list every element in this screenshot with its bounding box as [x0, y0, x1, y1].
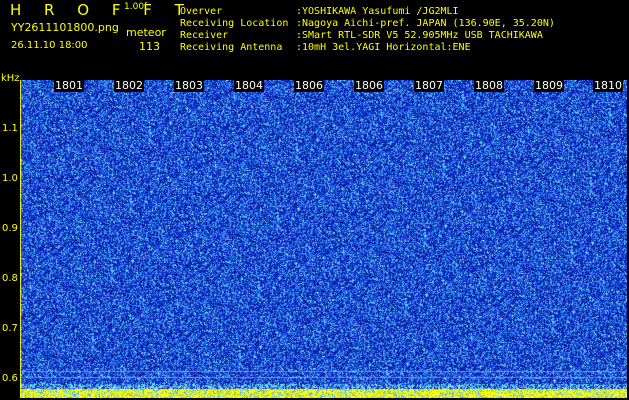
info-label-antenna: Receiving Antenna — [180, 42, 283, 53]
app-version: 1.00f — [124, 2, 148, 12]
mode-label: meteor — [126, 26, 166, 39]
info-value-antenna: :10mH 3el.YAGI Horizontal:ENE — [296, 42, 471, 53]
info-values: :YOSHIKAWA Yasufumi /JG2MLI :Nagoya Aich… — [296, 6, 555, 54]
y-axis-unit: kHz — [1, 73, 20, 84]
info-label-location: Receiving Location — [180, 18, 289, 29]
app-title: H R O F F T — [10, 1, 193, 19]
x-tick-label: 1809 — [534, 79, 564, 92]
x-tick-label: 1808 — [474, 79, 504, 92]
x-tick-label: 1802 — [114, 79, 144, 92]
info-value-location: :Nagoya Aichi-pref. JAPAN (136.90E, 35.2… — [296, 18, 555, 29]
info-label-observer: Overver — [180, 6, 223, 17]
info-value-observer: :YOSHIKAWA Yasufumi /JG2MLI — [296, 6, 459, 17]
x-tick-label: 1801 — [54, 79, 84, 92]
y-tick-label: 1.1 — [2, 123, 18, 134]
info-labels: Overver Receiving Location Receiver Rece… — [180, 6, 288, 54]
y-tick-label: 0.6 — [2, 373, 18, 384]
x-tick-label: 1806 — [294, 79, 324, 92]
info-label-receiver: Receiver — [180, 30, 229, 41]
x-tick-label: 1806 — [354, 79, 384, 92]
meteor-count: 113 — [139, 40, 160, 53]
datetime-label: 26.11.10 18:00 — [11, 40, 88, 51]
x-tick-label: 1807 — [414, 79, 444, 92]
y-tick-label: 0.7 — [2, 323, 18, 334]
y-tick-label: 0.9 — [2, 223, 18, 234]
y-tick-label: 1.0 — [2, 173, 18, 184]
info-value-receiver: :SMart RTL-SDR V5 52.905MHz USB TACHIKAW… — [296, 30, 543, 41]
spectrogram-canvas — [20, 80, 627, 398]
x-tick-label: 1803 — [174, 79, 204, 92]
x-tick-label: 1804 — [234, 79, 264, 92]
y-tick-label: 0.8 — [2, 273, 18, 284]
x-tick-label: 1810 — [593, 79, 623, 92]
image-filename: YY2611101800.png — [11, 21, 119, 34]
